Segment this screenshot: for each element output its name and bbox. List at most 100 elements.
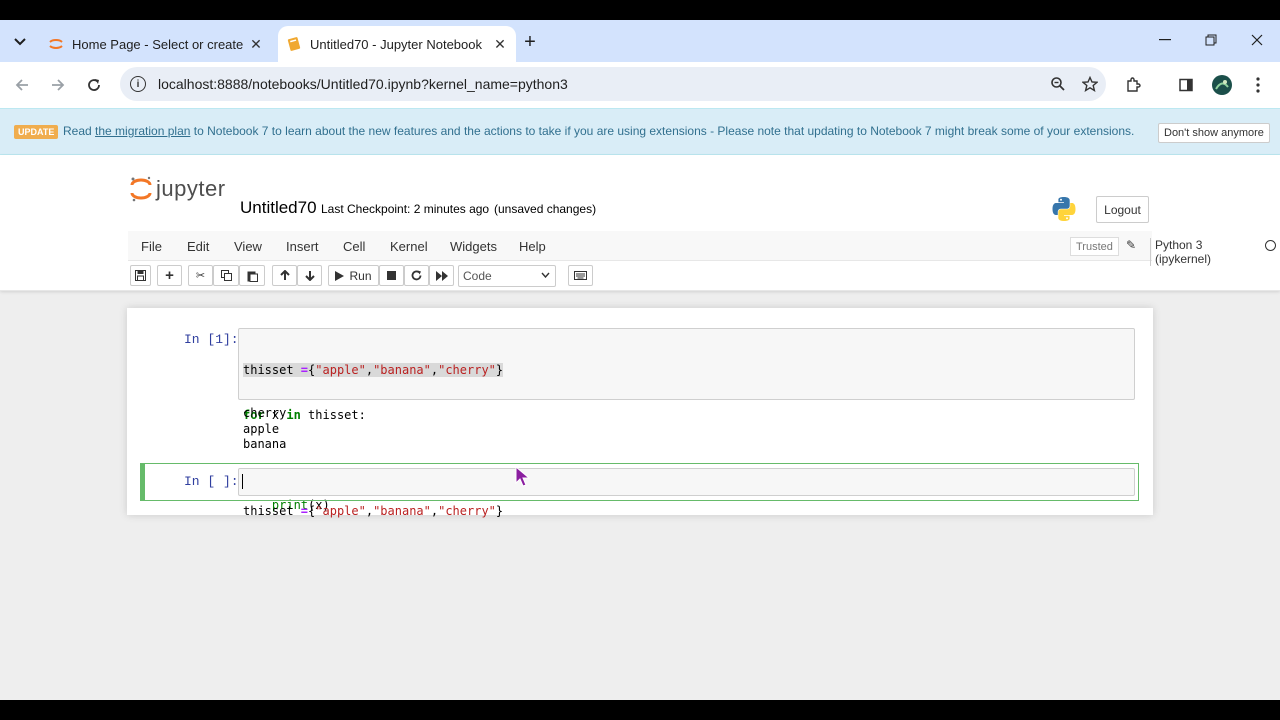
cell-1-input-prompt: In [1]: (184, 332, 239, 347)
mouse-pointer-icon (515, 466, 531, 487)
tab-home-page[interactable]: Home Page - Select or create a ✕ (40, 26, 272, 62)
cell-type-value: Code (463, 269, 492, 283)
autosave-status: (unsaved changes) (494, 202, 597, 216)
stop-icon (387, 271, 396, 280)
tab-untitled70[interactable]: Untitled70 - Jupyter Notebook ✕ (278, 26, 516, 62)
menu-widgets[interactable]: Widgets (450, 239, 497, 254)
code-line-1: thisset ={"apple","banana","cherry"} (243, 363, 504, 377)
menu-kernel[interactable]: Kernel (390, 239, 428, 254)
cell-2-code: thisset ={"apple","banana","cherry"} (243, 474, 503, 549)
run-label: Run (349, 268, 372, 283)
jupyter-logo[interactable]: jupyter (130, 175, 226, 203)
side-panel-button[interactable] (1174, 73, 1198, 97)
notebook-container: In [1]: thisset ={"apple","banana","cher… (127, 308, 1153, 518)
menu-cell[interactable]: Cell (343, 239, 365, 254)
letterbox-bottom (0, 700, 1280, 720)
extensions-button[interactable] (1121, 73, 1145, 97)
code-line-1: thisset ={"apple","banana","cherry"} (243, 504, 504, 518)
restart-run-all-button[interactable] (429, 265, 454, 286)
cell-type-select[interactable]: Code (458, 265, 556, 287)
logout-button[interactable]: Logout (1096, 196, 1149, 223)
arrow-left-icon (15, 79, 28, 91)
chevron-down-icon (541, 270, 550, 280)
close-window-button[interactable] (1234, 28, 1280, 52)
paste-button[interactable] (239, 265, 265, 286)
new-tab-button[interactable]: + (518, 30, 542, 54)
notebook-title[interactable]: Untitled70 (240, 198, 317, 218)
minimize-icon (1159, 39, 1171, 41)
update-banner: UPDATE Read the migration plan to Notebo… (0, 108, 1280, 155)
close-icon (1251, 34, 1263, 46)
reload-button[interactable] (82, 73, 106, 97)
tab-search-button[interactable] (8, 30, 32, 54)
menu-help[interactable]: Help (519, 239, 546, 254)
scissors-icon: ✂ (195, 270, 206, 282)
arrow-up-icon (279, 270, 290, 280)
save-button[interactable] (130, 265, 151, 286)
banner-suffix: to Notebook 7 to learn about the new fea… (190, 124, 1135, 138)
banner-prefix: Read (63, 124, 96, 138)
move-cell-up-button[interactable] (272, 265, 297, 286)
cell-2-input-prompt: In [ ]: (184, 474, 239, 489)
site-info-icon[interactable]: i (130, 76, 146, 92)
edit-mode-pencil-icon: ✎ (1126, 238, 1137, 252)
play-icon (335, 270, 345, 281)
side-panel-icon (1179, 78, 1193, 92)
python-logo-icon (1051, 196, 1077, 227)
dont-show-anymore-button[interactable]: Don't show anymore (1158, 123, 1270, 143)
output-line: cherry (243, 406, 287, 420)
restore-button[interactable] (1188, 28, 1234, 52)
close-tab-icon[interactable]: ✕ (246, 34, 266, 54)
output-line: apple (243, 421, 280, 436)
screen: Home Page - Select or create a ✕ Untitle… (0, 20, 1280, 700)
jupyter-favicon-icon (48, 36, 64, 52)
interrupt-kernel-button[interactable] (379, 265, 404, 286)
minimize-button[interactable] (1142, 28, 1188, 52)
text-cursor (242, 474, 243, 489)
browser-menu-button[interactable] (1246, 73, 1270, 97)
notebook-favicon-icon (286, 36, 302, 52)
back-button[interactable] (10, 73, 34, 97)
notebook-menubar: File Edit View Insert Cell Kernel Widget… (128, 231, 1276, 266)
zoom-icon[interactable] (1042, 68, 1074, 100)
menu-view[interactable]: View (234, 239, 262, 254)
url-text[interactable]: localhost:8888/notebooks/Untitled70.ipyn… (158, 76, 1042, 92)
jupyter-header: jupyter Untitled70 Last Checkpoint: 2 mi… (0, 155, 1280, 291)
insert-cell-below-button[interactable]: + (157, 265, 182, 286)
tab-title: Home Page - Select or create a (72, 36, 246, 52)
trusted-indicator[interactable]: Trusted (1070, 237, 1119, 256)
reload-icon (88, 79, 100, 91)
save-icon (135, 270, 146, 281)
arrow-down-icon (304, 271, 315, 281)
kernel-status-idle-icon (1265, 240, 1276, 251)
letterbox-top (0, 0, 1280, 20)
restore-icon (1205, 34, 1217, 46)
update-badge: UPDATE (14, 125, 59, 139)
arrow-right-icon (52, 79, 65, 91)
kernel-name[interactable]: Python 3 (ipykernel) (1150, 238, 1211, 266)
cut-button[interactable]: ✂ (188, 265, 213, 286)
address-bar[interactable]: i localhost:8888/notebooks/Untitled70.ip… (120, 67, 1106, 101)
banner-message: Read the migration plan to Notebook 7 to… (63, 124, 1134, 138)
run-button[interactable]: Run (328, 265, 379, 286)
browser-tab-strip: Home Page - Select or create a ✕ Untitle… (0, 20, 1280, 62)
fast-forward-icon (435, 270, 448, 281)
chevron-down-icon (14, 38, 26, 46)
migration-plan-link[interactable]: the migration plan (95, 124, 190, 138)
bookmark-star-icon[interactable] (1074, 68, 1106, 100)
command-palette-button[interactable] (568, 265, 593, 286)
more-vertical-icon (1256, 77, 1260, 93)
move-cell-down-button[interactable] (297, 265, 322, 286)
restart-icon (411, 270, 422, 281)
checkpoint-status: Last Checkpoint: 2 minutes ago (321, 202, 490, 216)
forward-button[interactable] (46, 73, 70, 97)
restart-kernel-button[interactable] (404, 265, 429, 286)
menu-file[interactable]: File (141, 239, 162, 254)
copy-button[interactable] (213, 265, 239, 286)
notebook-toolbar: + ✂ Run Code (128, 263, 1152, 289)
close-tab-icon[interactable]: ✕ (490, 34, 510, 54)
menu-insert[interactable]: Insert (286, 239, 319, 254)
profile-button[interactable] (1210, 73, 1234, 97)
menu-edit[interactable]: Edit (187, 239, 209, 254)
keyboard-icon (574, 271, 587, 280)
